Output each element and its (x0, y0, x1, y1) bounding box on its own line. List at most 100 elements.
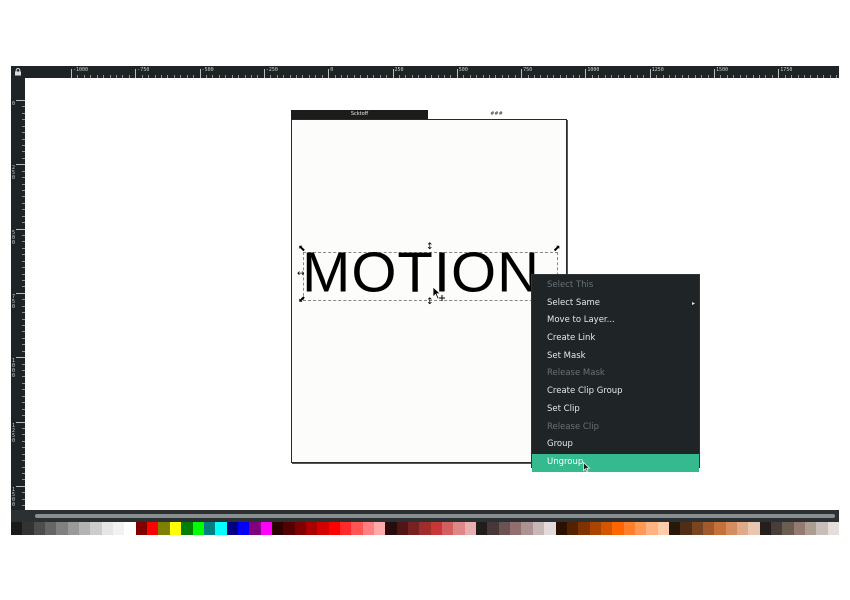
palette-swatch[interactable] (374, 522, 386, 535)
handle-top-icon[interactable]: ↕ (426, 243, 434, 252)
palette-swatch[interactable] (294, 522, 306, 535)
palette-swatch[interactable] (203, 522, 216, 535)
palette-swatch[interactable] (362, 522, 374, 535)
ruler-tick-label: 750 (12, 293, 16, 310)
palette-swatch[interactable] (816, 522, 828, 535)
palette-swatch[interactable] (487, 522, 499, 535)
palette-swatch[interactable] (702, 522, 715, 535)
palette-swatch[interactable] (453, 522, 465, 535)
cursor-icon (583, 462, 591, 472)
page-tab-active[interactable]: Scktoff (291, 110, 428, 119)
handle-top-left-icon[interactable]: ⬉ (298, 245, 306, 254)
palette-swatch[interactable] (510, 522, 522, 535)
menu-item-ungroup[interactable]: Ungroup (532, 453, 699, 472)
palette-swatch[interactable] (271, 522, 284, 535)
palette-swatch[interactable] (396, 522, 409, 535)
ruler-major-tick (16, 164, 25, 166)
palette-swatch[interactable] (147, 522, 159, 535)
palette-swatch[interactable] (101, 522, 114, 535)
menu-item-set-clip[interactable]: Set Clip (532, 401, 699, 419)
palette-swatch[interactable] (226, 522, 238, 535)
handle-top-right-icon[interactable]: ⬈ (553, 245, 561, 254)
palette-swatch[interactable] (793, 522, 806, 535)
palette-swatch[interactable] (22, 522, 34, 535)
menu-item-set-mask[interactable]: Set Mask (532, 348, 699, 366)
vertical-ruler[interactable]: 02505007501000125015001750 (11, 78, 25, 510)
palette-swatch[interactable] (578, 522, 590, 535)
horizontal-ruler[interactable]: -1000 -750 -500 -250 0 250 500 750 1000 1250 1500 1… (11, 66, 839, 78)
ruler-lock-corner[interactable] (11, 66, 25, 78)
horizontal-scrollbar[interactable] (11, 510, 839, 522)
palette-swatch[interactable] (464, 522, 477, 535)
palette-swatch[interactable] (430, 522, 443, 535)
palette-swatch[interactable] (79, 522, 91, 535)
palette-swatch[interactable] (419, 522, 431, 535)
palette-swatch[interactable] (169, 522, 182, 535)
motion-text-object[interactable]: MOTION (302, 244, 540, 302)
palette-swatch[interactable] (623, 522, 635, 535)
palette-swatch[interactable] (124, 522, 136, 535)
palette-swatch[interactable] (11, 522, 23, 535)
palette-swatch[interactable] (589, 522, 601, 535)
palette-swatch[interactable] (33, 522, 46, 535)
palette-swatch[interactable] (544, 522, 556, 535)
palette-swatch[interactable] (328, 522, 340, 535)
palette-swatch[interactable] (339, 522, 352, 535)
palette-swatch[interactable] (691, 522, 703, 535)
palette-swatch[interactable] (113, 522, 125, 535)
palette-swatch[interactable] (657, 522, 669, 535)
palette-swatch[interactable] (215, 522, 227, 535)
palette-swatch[interactable] (668, 522, 681, 535)
palette-swatch[interactable] (646, 522, 658, 535)
palette-swatch[interactable] (680, 522, 692, 535)
ruler-tick-label: -1000 (73, 67, 89, 73)
menu-item-select-same[interactable]: Select Same ▸ (532, 295, 699, 313)
palette-swatch[interactable] (385, 522, 397, 535)
palette-swatch[interactable] (771, 522, 783, 535)
palette-swatch[interactable] (476, 522, 488, 535)
palette-swatch[interactable] (442, 522, 454, 535)
palette-swatch[interactable] (714, 522, 726, 535)
palette-swatch[interactable] (521, 522, 533, 535)
menu-item-move-to-layer[interactable]: Move to Layer... (532, 312, 699, 330)
palette-swatch[interactable] (532, 522, 545, 535)
scrollbar-thumb[interactable] (35, 514, 835, 518)
palette-swatch[interactable] (56, 522, 68, 535)
document-page[interactable]: MOTION ⬉ ↕ ⬈ ↔ ⬋ ↕ (291, 119, 567, 463)
palette-swatch[interactable] (192, 522, 204, 535)
palette-swatch[interactable] (600, 522, 613, 535)
palette-swatch[interactable] (237, 522, 250, 535)
palette-swatch[interactable] (305, 522, 318, 535)
palette-swatch[interactable] (782, 522, 794, 535)
palette-swatch[interactable] (351, 522, 363, 535)
palette-swatch[interactable] (612, 522, 624, 535)
palette-swatch[interactable] (748, 522, 760, 535)
palette-swatch[interactable] (827, 522, 840, 535)
menu-item-create-clip-group[interactable]: Create Clip Group (532, 383, 699, 401)
palette-swatch[interactable] (67, 522, 80, 535)
page-tab-inactive[interactable]: ### (428, 110, 565, 119)
handle-bottom-left-icon[interactable]: ⬋ (298, 296, 306, 305)
palette-swatch[interactable] (283, 522, 295, 535)
palette-swatch[interactable] (498, 522, 511, 535)
palette-swatch[interactable] (725, 522, 737, 535)
palette-swatch[interactable] (90, 522, 102, 535)
palette-swatch[interactable] (45, 522, 57, 535)
palette-swatch[interactable] (135, 522, 148, 535)
color-palette[interactable] (11, 522, 840, 535)
palette-swatch[interactable] (759, 522, 772, 535)
palette-swatch[interactable] (634, 522, 647, 535)
handle-left-icon[interactable]: ↔ (297, 270, 305, 279)
palette-swatch[interactable] (566, 522, 579, 535)
palette-swatch[interactable] (737, 522, 749, 535)
menu-item-create-link[interactable]: Create Link (532, 330, 699, 348)
menu-item-group[interactable]: Group (532, 436, 699, 454)
palette-swatch[interactable] (249, 522, 261, 535)
palette-swatch[interactable] (805, 522, 817, 535)
palette-swatch[interactable] (158, 522, 170, 535)
palette-swatch[interactable] (555, 522, 567, 535)
palette-swatch[interactable] (408, 522, 420, 535)
palette-swatch[interactable] (317, 522, 329, 535)
palette-swatch[interactable] (260, 522, 272, 535)
palette-swatch[interactable] (181, 522, 193, 535)
